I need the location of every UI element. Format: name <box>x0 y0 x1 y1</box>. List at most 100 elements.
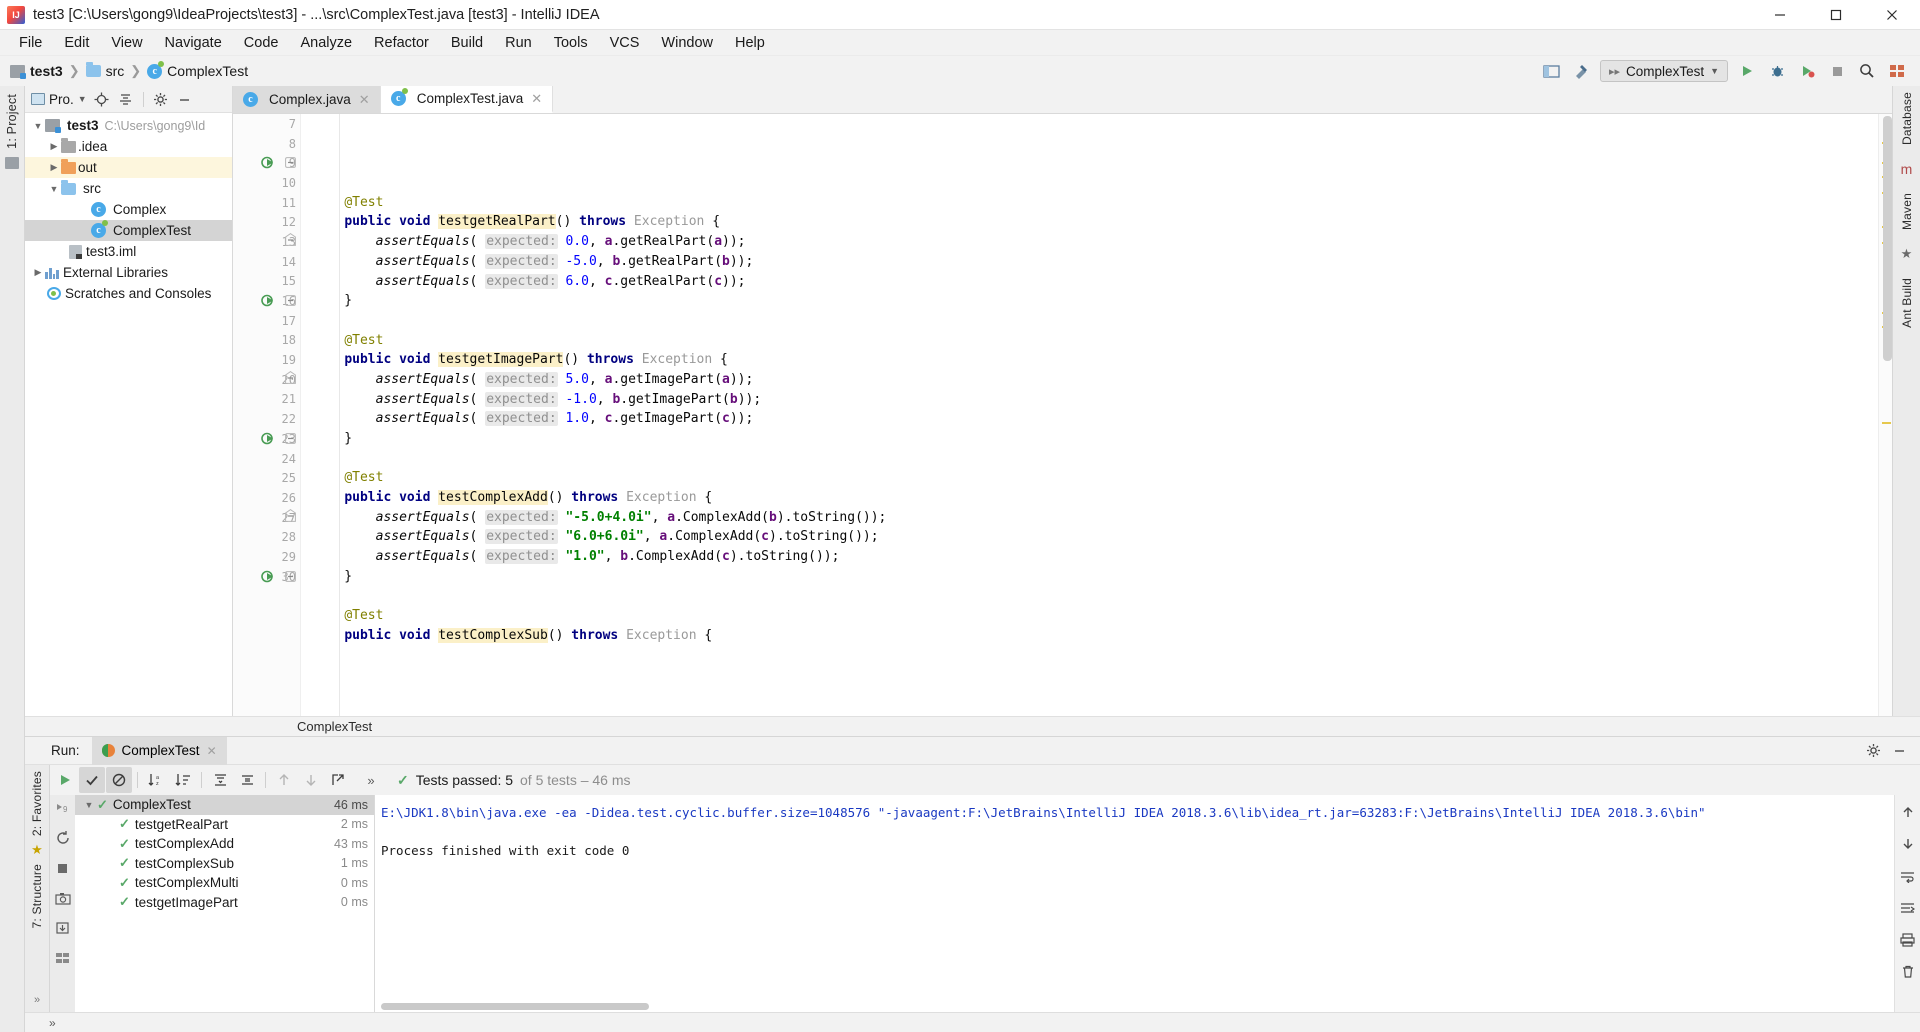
structure-tool-icon[interactable] <box>5 156 19 169</box>
test-tree-row[interactable]: ✓ testComplexAdd 43 ms <box>75 834 374 854</box>
gutter-line-12[interactable]: 12 <box>233 212 300 232</box>
gutter-line-29[interactable]: 29 <box>233 547 300 567</box>
gutter-line-27[interactable]: 27 <box>233 508 300 528</box>
star-icon[interactable]: ★ <box>31 842 43 858</box>
tool-window-structure-label[interactable]: 7: Structure <box>30 864 44 928</box>
code-line-15[interactable]: @Test <box>313 331 1878 351</box>
chevron-down-icon[interactable]: ▼ <box>31 121 45 131</box>
layout-icon[interactable] <box>1882 58 1912 84</box>
code-line-16[interactable]: public void testgetImagePart() throws Ex… <box>313 350 1878 370</box>
expand-icon[interactable]: » <box>49 1016 56 1030</box>
minimize-button[interactable] <box>1752 0 1808 30</box>
stop-icon[interactable] <box>54 859 72 877</box>
code-line-18[interactable]: assertEquals( expected: -1.0, b.getImage… <box>313 390 1878 410</box>
soft-wrap-icon[interactable] <box>1899 867 1917 885</box>
code-line-9[interactable]: public void testgetRealPart() throws Exc… <box>313 212 1878 232</box>
tool-window-ant-label[interactable]: Ant Build <box>1900 278 1914 328</box>
menu-navigate[interactable]: Navigate <box>154 33 233 53</box>
menu-refactor[interactable]: Refactor <box>363 33 440 53</box>
rerun-button[interactable] <box>52 767 78 793</box>
code-line-17[interactable]: assertEquals( expected: 5.0, a.getImageP… <box>313 370 1878 390</box>
gutter-line-25[interactable]: 25 <box>233 468 300 488</box>
stop-icon[interactable] <box>1822 58 1852 84</box>
gutter-line-28[interactable]: 28 <box>233 527 300 547</box>
previous-failed-button[interactable] <box>271 767 297 793</box>
menu-edit[interactable]: Edit <box>53 33 100 53</box>
gutter-line-19[interactable]: 19 <box>233 350 300 370</box>
console-output[interactable]: E:\JDK1.8\bin\java.exe -ea -Didea.test.c… <box>375 795 1894 1012</box>
tree-node-scratches[interactable]: Scratches and Consoles <box>25 283 232 304</box>
fold-region-end-icon[interactable] <box>285 370 297 384</box>
code-line-28[interactable] <box>313 587 1878 607</box>
scroll-to-end-icon[interactable] <box>1899 899 1917 917</box>
code-line-13[interactable]: } <box>313 291 1878 311</box>
code-content[interactable]: @Test public void testgetRealPart() thro… <box>301 114 1878 716</box>
gutter-line-16[interactable]: 16 <box>233 291 300 311</box>
code-line-12[interactable]: assertEquals( expected: 6.0, c.getRealPa… <box>313 272 1878 292</box>
tree-node-src[interactable]: ▼ src <box>25 178 232 199</box>
menu-run[interactable]: Run <box>494 33 543 53</box>
console-horizontal-scrollbar[interactable] <box>381 1003 649 1010</box>
code-line-21[interactable] <box>313 449 1878 469</box>
hide-icon[interactable] <box>176 90 194 108</box>
expand-all-button[interactable] <box>207 767 233 793</box>
menu-window[interactable]: Window <box>650 33 724 53</box>
code-line-8[interactable]: @Test <box>313 193 1878 213</box>
ant-icon[interactable]: ★ <box>1901 246 1913 262</box>
gutter-line-26[interactable]: 26 <box>233 488 300 508</box>
gutter-line-20[interactable]: 20 <box>233 370 300 390</box>
breadcrumb-item-project[interactable]: test3 <box>30 63 63 79</box>
print-icon[interactable] <box>1899 931 1917 949</box>
scroll-up-icon[interactable] <box>1899 803 1917 821</box>
gutter-line-11[interactable]: 11 <box>233 193 300 213</box>
rerun-auto-icon[interactable] <box>54 829 72 847</box>
run-test-gutter-icon[interactable] <box>261 431 276 446</box>
menu-analyze[interactable]: Analyze <box>289 33 363 53</box>
hide-ignored-toggle[interactable] <box>106 767 132 793</box>
gutter-line-21[interactable]: 21 <box>233 390 300 410</box>
project-structure-icon[interactable] <box>1536 58 1566 84</box>
tree-node-external-libraries[interactable]: ▶ External Libraries <box>25 262 232 283</box>
project-panel-title[interactable]: Pro. ▼ <box>31 92 87 107</box>
tree-node-out[interactable]: ▶ out <box>25 157 232 178</box>
maximize-button[interactable] <box>1808 0 1864 30</box>
close-icon[interactable]: ✕ <box>531 91 542 107</box>
code-line-30[interactable]: public void testComplexSub() throws Exce… <box>313 626 1878 646</box>
close-icon[interactable]: ✕ <box>207 744 217 758</box>
layout-icon[interactable] <box>54 949 72 967</box>
menu-view[interactable]: View <box>100 33 153 53</box>
rerun-failed-icon[interactable]: 9 <box>54 799 72 817</box>
menu-code[interactable]: Code <box>233 33 290 53</box>
chevron-right-icon[interactable]: ▶ <box>31 267 45 278</box>
test-tree-root-row[interactable]: ▼ ✓ ComplexTest 46 ms <box>75 795 374 815</box>
settings-gear-icon[interactable] <box>152 90 170 108</box>
project-tree[interactable]: ▼ test3 C:\Users\gong9\Id ▶ .idea ▶ out … <box>25 113 232 716</box>
tree-node-test3[interactable]: ▼ test3 C:\Users\gong9\Id <box>25 115 232 136</box>
run-test-gutter-icon[interactable] <box>261 569 276 584</box>
chevron-double-right-icon[interactable]: » <box>358 767 384 793</box>
sort-by-duration-button[interactable] <box>170 767 196 793</box>
fold-region-end-icon[interactable] <box>285 233 297 247</box>
screenshot-icon[interactable] <box>54 889 72 907</box>
run-configuration-selector[interactable]: ▸▸ ComplexTest ▼ <box>1600 60 1728 82</box>
code-line-20[interactable]: } <box>313 429 1878 449</box>
tool-window-project-label[interactable]: 1: Project <box>5 94 19 149</box>
code-line-19[interactable]: assertEquals( expected: 1.0, c.getImageP… <box>313 409 1878 429</box>
run-test-gutter-icon[interactable] <box>261 155 276 170</box>
test-tree-row[interactable]: ✓ testgetRealPart 2 ms <box>75 815 374 835</box>
editor-gutter[interactable]: 7 8 9 10 11 12 13 14 15 16 17 18 19 20 21 22 23 24 25 26 27 2… <box>233 114 301 716</box>
gutter-line-9[interactable]: 9 <box>233 153 300 173</box>
code-line-22[interactable]: @Test <box>313 468 1878 488</box>
breadcrumb-item-class[interactable]: ComplexTest <box>167 63 248 79</box>
tab-complextest-java[interactable]: ComplexTest.java ✕ <box>380 86 554 113</box>
next-failed-button[interactable] <box>298 767 324 793</box>
more-icon[interactable]: » <box>34 994 40 1006</box>
code-line-27[interactable]: } <box>313 567 1878 587</box>
gutter-line-17[interactable]: 17 <box>233 311 300 331</box>
gutter-line-13[interactable]: 13 <box>233 232 300 252</box>
close-button[interactable] <box>1864 0 1920 30</box>
run-with-coverage-icon[interactable] <box>1792 58 1822 84</box>
minimize-icon[interactable] <box>1886 738 1912 764</box>
gutter-line-18[interactable]: 18 <box>233 331 300 351</box>
run-tab-complextest[interactable]: ComplexTest ✕ <box>91 736 227 765</box>
